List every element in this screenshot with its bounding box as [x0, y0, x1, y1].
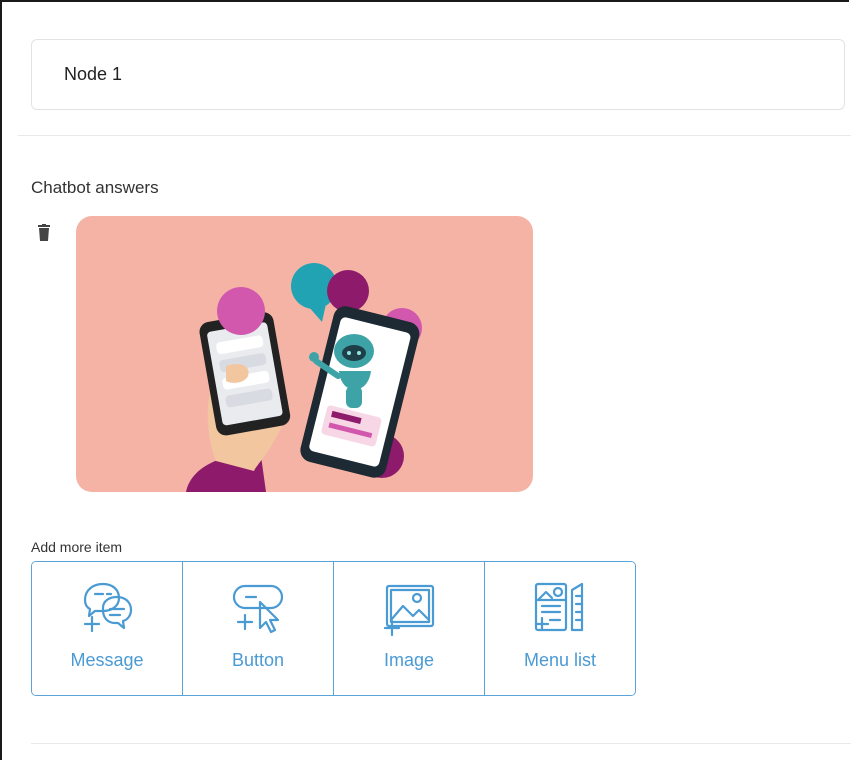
- button-add-icon: [232, 584, 284, 634]
- add-menu-list-label: Menu list: [523, 650, 597, 670]
- add-message-label: Message: [70, 650, 144, 670]
- divider: [18, 135, 851, 136]
- add-image-label: Image: [383, 650, 435, 670]
- menu-list-add-icon: [534, 582, 584, 632]
- add-button-button[interactable]: Button: [183, 562, 334, 695]
- add-item-toolbar: Message Button Image Menu list: [31, 561, 636, 696]
- add-message-button[interactable]: Message: [32, 562, 183, 695]
- divider: [31, 743, 851, 744]
- node-name-field[interactable]: Node 1: [31, 39, 845, 110]
- message-add-icon: [83, 582, 133, 633]
- add-button-label: Button: [231, 650, 285, 670]
- section-title: Chatbot answers: [31, 178, 159, 197]
- image-add-icon: [383, 584, 435, 637]
- trash-icon[interactable]: [36, 224, 52, 242]
- answer-image[interactable]: [76, 216, 533, 492]
- add-image-button[interactable]: Image: [334, 562, 485, 695]
- add-more-label: Add more item: [31, 539, 123, 555]
- add-menu-list-button[interactable]: Menu list: [485, 562, 635, 695]
- node-name-value: Node 1: [64, 64, 123, 84]
